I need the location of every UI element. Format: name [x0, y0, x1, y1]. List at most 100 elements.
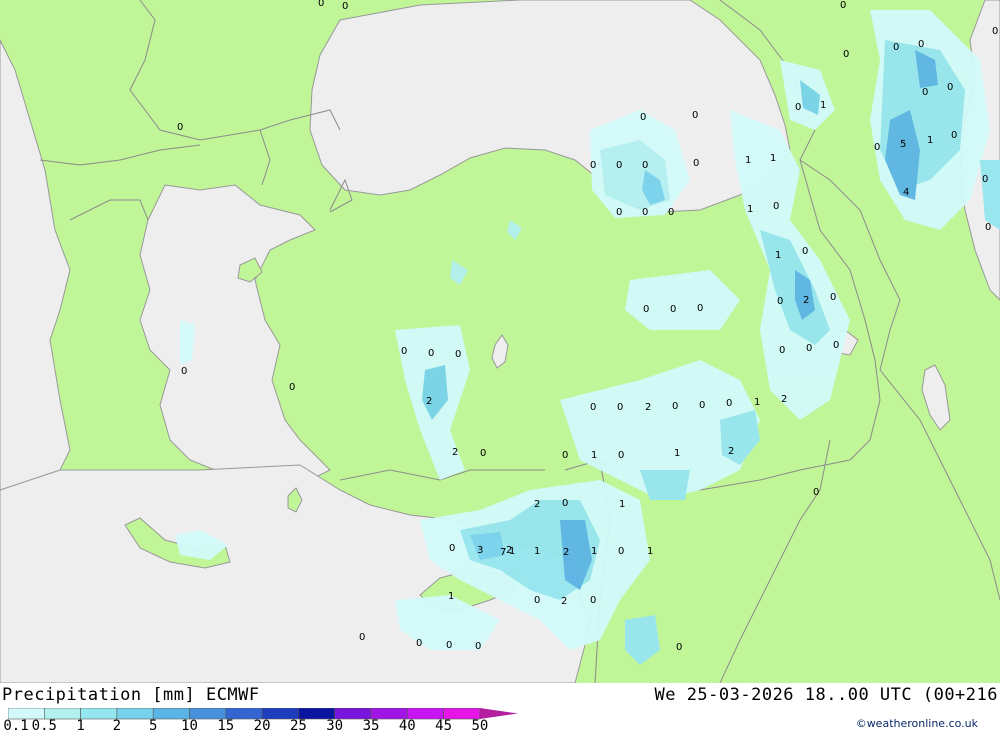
map-label: 0 [676, 642, 682, 653]
legend-tick-label: 40 [398, 718, 416, 734]
map-label: 0 [562, 450, 568, 461]
map-label: 0 [617, 402, 623, 413]
map-label: 0 [289, 382, 295, 393]
map-label: 1 [619, 499, 625, 510]
map-label: 0 [918, 39, 924, 50]
legend-tick-label: 20 [253, 718, 271, 734]
legend-title: Precipitation [mm] ECMWF [2, 685, 260, 705]
map-label: 0 [947, 82, 953, 93]
map-label: 0 [590, 160, 596, 171]
legend-tick-label: 10 [181, 718, 198, 734]
map-label: 0 [618, 546, 624, 557]
map-label: 0 [480, 448, 486, 459]
legend-tick-label: 0.1 [3, 718, 29, 734]
map-label: 0 [455, 349, 461, 360]
legend-footer: Precipitation [mm] ECMWF We 25-03-2026 1… [0, 683, 1000, 734]
map-label: 2 [781, 394, 787, 405]
map-label: 0 [874, 142, 880, 153]
map-label: 1 [747, 204, 753, 215]
map-label: 1 [591, 450, 597, 461]
map-label: 0 [982, 174, 988, 185]
map-label: 1 [754, 397, 760, 408]
map-label: 2 [452, 447, 458, 458]
legend-tick-label: 25 [289, 718, 307, 734]
map-label: 0 [449, 543, 455, 554]
map-label: 1 [775, 250, 781, 261]
credit-link[interactable]: ©weatheronline.co.uk [856, 717, 978, 730]
map-label: 0 [699, 400, 705, 411]
map-label: 0 [475, 641, 481, 652]
legend-tick-label: 50 [471, 718, 489, 734]
map-label: 0 [177, 122, 183, 133]
map-label: 0 [401, 346, 407, 357]
map-label: 0 [692, 110, 698, 121]
legend-tick-label: 15 [217, 718, 235, 734]
map-label: 0 [670, 304, 676, 315]
map-label: 0 [590, 402, 596, 413]
map-label: 0 [697, 303, 703, 314]
map-label: 0 [795, 102, 801, 113]
map-label: 0 [643, 304, 649, 315]
map-label: 2 [645, 402, 651, 413]
map-label: 0 [616, 207, 622, 218]
map-label: 0 [416, 638, 422, 649]
map-label: 4 [903, 187, 909, 198]
legend-tick-label: 1 [76, 718, 85, 734]
map-label: 1 [770, 153, 776, 164]
map-label: 1 [745, 155, 751, 166]
map-label: 0 [840, 0, 846, 11]
map-label: 1 [534, 546, 540, 557]
map-canvas: 0 0 0 0 0 0 0 0 0 0 0 0 0 0 0 0 0 0 0 0 … [0, 0, 1000, 684]
map-label: 0 [562, 498, 568, 509]
map-label: 0 [446, 640, 452, 651]
map-label: 0 [672, 401, 678, 412]
map-label: 3 [477, 545, 483, 556]
map-label: 0 [590, 595, 596, 606]
legend-tick-label: 0.5 [31, 718, 57, 734]
map-label: 1 [647, 546, 653, 557]
map-label: 2 [803, 295, 809, 306]
map-label: 0 [642, 160, 648, 171]
map-label: 1 [591, 546, 597, 557]
map-label: 1 [820, 100, 826, 111]
legend-tick-label: 5 [148, 718, 158, 734]
legend-swatch [80, 708, 118, 720]
map-label: 0 [922, 87, 928, 98]
map-label: 0 [843, 49, 849, 60]
map-label: 0 [726, 398, 732, 409]
map-label: 0 [830, 292, 836, 303]
map-label: 0 [428, 348, 434, 359]
map-label: 0 [951, 130, 957, 141]
map-label: 1 [448, 591, 454, 602]
map-label: 0 [181, 366, 187, 377]
map-label: 5 [900, 139, 906, 150]
precipitation-map[interactable]: 0 0 0 0 0 0 0 0 0 0 0 0 0 0 0 0 0 0 0 0 … [0, 0, 1000, 684]
map-label: 0 [779, 345, 785, 356]
map-label: 0 [802, 246, 808, 257]
map-label: 2 [534, 499, 540, 510]
map-label: 0 [773, 201, 779, 212]
map-label: 0 [668, 207, 674, 218]
legend-tick-label: 35 [362, 718, 380, 734]
map-label: 0 [342, 1, 348, 12]
map-label: 0 [992, 26, 998, 37]
map-label: 0 [893, 42, 899, 53]
map-label: 2 [563, 547, 569, 558]
legend-tick-label: 30 [326, 718, 344, 734]
map-label: 0 [359, 632, 365, 643]
map-label: 1 [674, 448, 680, 459]
map-label: 0 [985, 222, 991, 233]
map-label: 2 [728, 446, 734, 457]
map-label: 0 [777, 296, 783, 307]
map-label: 2 [426, 396, 432, 407]
legend-tick-label: 45 [435, 718, 453, 734]
map-label: 0 [693, 158, 699, 169]
map-label: 0 [813, 487, 819, 498]
map-label: 0 [618, 450, 624, 461]
map-label: 0 [806, 343, 812, 354]
map-label: 0 [318, 0, 324, 9]
forecast-datetime: We 25-03-2026 18..00 UTC (00+216 [654, 685, 998, 705]
map-label: 2 [561, 596, 567, 607]
map-label: 0 [833, 340, 839, 351]
map-label: 0 [534, 595, 540, 606]
